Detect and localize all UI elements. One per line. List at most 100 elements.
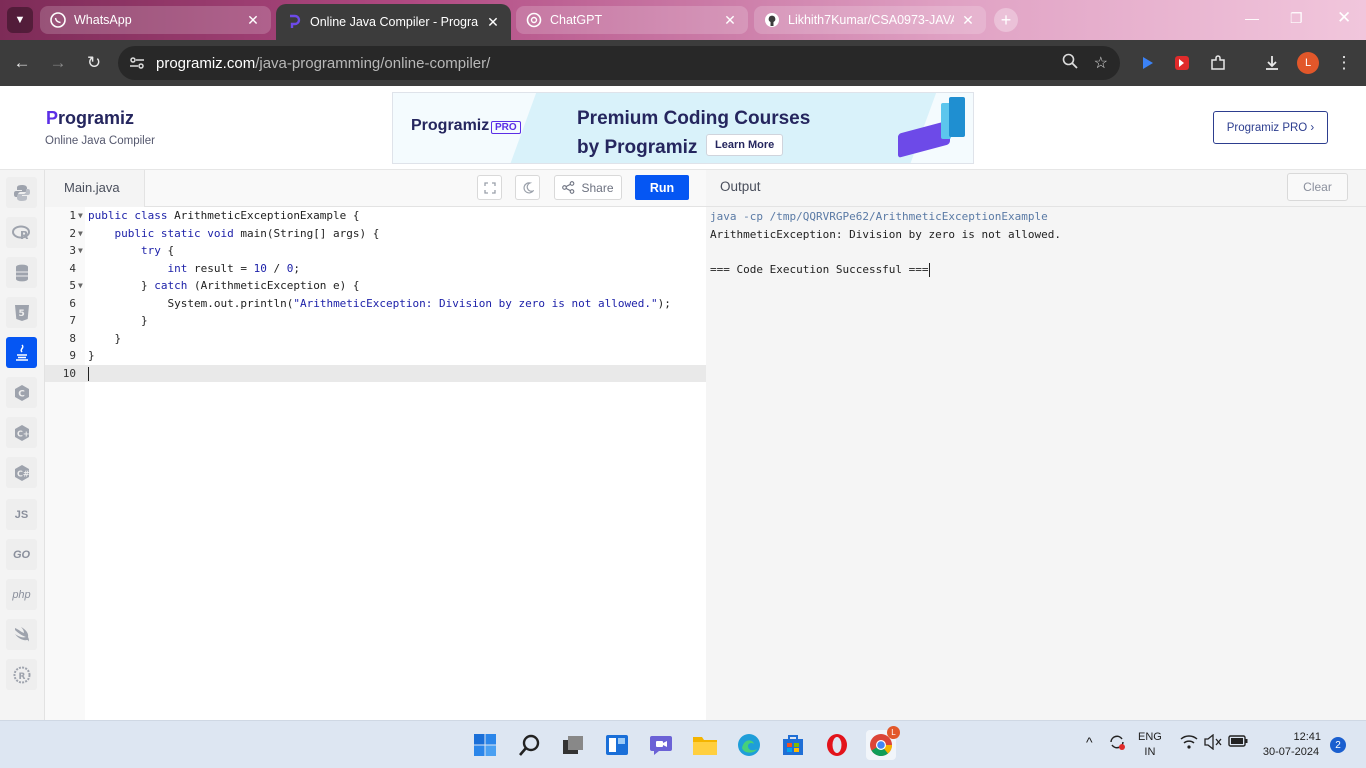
page-subtitle: Online Java Compiler <box>45 135 155 147</box>
tab-github[interactable]: Likhith7Kumar/CSA0973-JAVA ✕ <box>754 6 986 34</box>
volume-muted-icon[interactable] <box>1204 733 1222 755</box>
extension-red-icon[interactable] <box>1170 51 1194 75</box>
search-icon[interactable] <box>515 730 545 760</box>
notification-badge[interactable]: 2 <box>1330 737 1346 753</box>
swift-icon[interactable] <box>6 619 37 650</box>
book-icon <box>949 97 965 137</box>
windows-start-icon[interactable] <box>470 730 500 760</box>
programiz-icon <box>286 14 302 30</box>
opera-browser-icon[interactable] <box>822 730 852 760</box>
language-indicator[interactable]: ENG IN <box>1138 730 1162 760</box>
code-line: 2 ▼ public static void main(String[] args… <box>45 225 706 243</box>
close-tab-icon[interactable]: ✕ <box>960 12 976 29</box>
widgets-icon[interactable] <box>602 730 632 760</box>
share-icon <box>562 181 575 194</box>
clock[interactable]: 12:41 30-07-2024 <box>1257 730 1325 760</box>
fold-arrow-icon[interactable]: ▼ <box>78 277 83 295</box>
code-line: 5 ▼ } catch (ArithmeticException e) { <box>45 277 706 295</box>
windows-taskbar: L ^ ENG IN 12:41 30-07-2024 2 <box>0 720 1366 768</box>
restore-icon[interactable]: ❐ <box>1290 10 1303 27</box>
r-language-icon[interactable]: R <box>6 217 37 248</box>
html5-icon[interactable]: 5 <box>6 297 37 328</box>
dark-mode-moon-icon[interactable] <box>515 175 540 200</box>
code-line: 4 int result = 10 / 0; <box>69 261 300 275</box>
learn-more-button[interactable]: Learn More <box>706 134 784 156</box>
back-arrow-icon[interactable]: ← <box>10 51 34 75</box>
show-hidden-icons-chevron[interactable]: ^ <box>1086 735 1093 750</box>
extension-icon[interactable] <box>1136 51 1160 75</box>
programiz-pro-button[interactable]: Programiz PRO › <box>1213 111 1328 144</box>
extensions-puzzle-icon[interactable] <box>1206 51 1230 75</box>
bookmark-star-icon[interactable]: ☆ <box>1094 53 1108 74</box>
premium-courses-banner[interactable]: Programiz PRO Premium Coding Courses by … <box>392 92 974 164</box>
wifi-icon[interactable] <box>1180 734 1198 755</box>
fold-arrow-icon[interactable]: ▼ <box>78 207 83 225</box>
fullscreen-icon[interactable] <box>477 175 502 200</box>
microsoft-store-icon[interactable] <box>778 730 808 760</box>
site-header: Programiz Online Java Compiler Programiz… <box>0 86 1366 170</box>
close-window-icon[interactable]: ✕ <box>1337 8 1351 28</box>
go-icon[interactable]: GO <box>6 539 37 570</box>
task-view-icon[interactable] <box>558 730 588 760</box>
teams-chat-icon[interactable] <box>646 730 676 760</box>
chrome-profile-badge: L <box>887 726 900 739</box>
battery-icon[interactable] <box>1228 734 1248 753</box>
url-text: programiz.com/java-programming/online-co… <box>156 54 491 72</box>
output-panel: Output Clear java -cp /tmp/QQRVRGPe62/Ar… <box>706 170 1366 720</box>
rust-icon[interactable]: R <box>6 659 37 690</box>
profile-avatar[interactable]: L <box>1296 51 1320 75</box>
new-tab-button[interactable]: + <box>994 8 1018 32</box>
cpp-icon[interactable]: C+ <box>6 417 37 448</box>
github-icon <box>764 12 780 28</box>
python-icon[interactable] <box>6 177 37 208</box>
minimize-icon[interactable]: — <box>1245 10 1259 26</box>
address-bar[interactable]: programiz.com/java-programming/online-co… <box>118 46 1120 80</box>
forward-arrow-icon[interactable]: → <box>46 51 70 75</box>
output-command-line: java -cp /tmp/QQRVRGPe62/ArithmeticExcep… <box>710 210 1048 223</box>
language-rail: R 5 C C+ C# JS GO php R <box>0 170 45 720</box>
share-label: Share <box>581 180 614 195</box>
banner-logo: Programiz <box>411 117 490 134</box>
sync-status-icon[interactable] <box>1108 733 1126 756</box>
code-line: 1 ▼ public class ArithmeticExceptionExamp… <box>45 207 706 225</box>
edge-browser-icon[interactable] <box>734 730 764 760</box>
fold-arrow-icon[interactable]: ▼ <box>78 242 83 260</box>
file-tab-main-java[interactable]: Main.java <box>45 170 145 207</box>
php-icon[interactable]: php <box>6 579 37 610</box>
code-line-current: 10 <box>45 364 706 382</box>
tab-title: Online Java Compiler - Programiz <box>310 15 479 29</box>
code-area[interactable]: 1 ▼ public class ArithmeticExceptionExamp… <box>45 207 706 720</box>
close-tab-icon[interactable]: ✕ <box>722 12 738 29</box>
chrome-browser-icon[interactable]: L <box>866 726 900 760</box>
chatgpt-icon <box>526 12 542 28</box>
programiz-logo[interactable]: Programiz <box>46 108 134 129</box>
close-tab-icon[interactable]: ✕ <box>485 14 501 31</box>
code-editor-panel: Main.java Share Run 1 ▼ public class Arit… <box>45 170 706 720</box>
text-cursor <box>928 262 930 277</box>
reload-icon[interactable]: ↻ <box>82 51 106 75</box>
zoom-icon[interactable] <box>1062 53 1078 74</box>
tab-whatsapp[interactable]: WhatsApp ✕ <box>40 6 271 34</box>
close-tab-icon[interactable]: ✕ <box>245 12 261 29</box>
csharp-icon[interactable]: C# <box>6 457 37 488</box>
tab-online-java-compiler[interactable]: Online Java Compiler - Programiz ✕ <box>276 4 511 40</box>
share-button[interactable]: Share <box>554 175 622 200</box>
site-info-icon[interactable] <box>118 56 156 70</box>
browser-toolbar: ← → ↻ programiz.com/java-programming/onl… <box>0 40 1366 86</box>
tab-search-button[interactable]: ▼ <box>7 7 33 33</box>
clear-button[interactable]: Clear <box>1287 173 1348 201</box>
sql-database-icon[interactable] <box>6 257 37 288</box>
java-icon[interactable] <box>6 337 37 368</box>
tab-chatgpt[interactable]: ChatGPT ✕ <box>516 6 748 34</box>
tab-title: Likhith7Kumar/CSA0973-JAVA <box>788 13 954 27</box>
run-button[interactable]: Run <box>635 175 689 200</box>
svg-text:C+: C+ <box>17 429 30 438</box>
c-language-icon[interactable]: C <box>6 377 37 408</box>
javascript-icon[interactable]: JS <box>6 499 37 530</box>
download-icon[interactable] <box>1260 51 1284 75</box>
pro-badge: PRO <box>491 121 521 134</box>
browser-menu-icon[interactable]: ⋮ <box>1332 51 1356 75</box>
output-line: === Code Execution Successful === <box>710 262 930 277</box>
fold-arrow-icon[interactable]: ▼ <box>78 225 83 243</box>
file-explorer-icon[interactable] <box>690 730 720 760</box>
